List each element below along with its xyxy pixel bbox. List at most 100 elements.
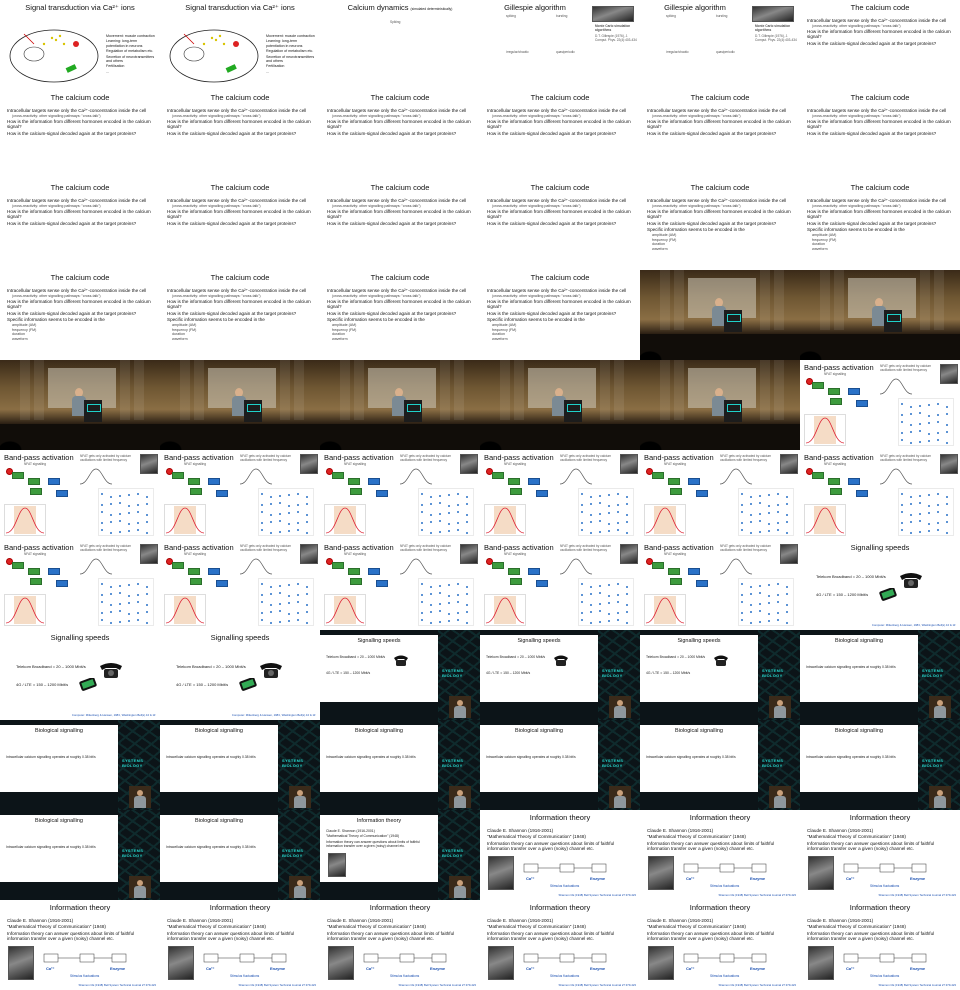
brand-logo: SYSTEMS BIOLOGY bbox=[122, 848, 144, 858]
video-frame: Band-pass activation NFAT gets only activ… bbox=[320, 540, 480, 630]
pathway-box bbox=[368, 478, 380, 485]
wall-panel bbox=[774, 270, 784, 330]
audience-silhouettes bbox=[480, 424, 640, 450]
bullet-shannon: Claude E. Shannon (1916-2001) bbox=[647, 918, 714, 923]
brand-logo: SYSTEMS BIOLOGY bbox=[602, 758, 624, 768]
bullet-decoding: How is the calcium-signal decoded again … bbox=[487, 310, 617, 316]
slide-title: Signalling speeds bbox=[50, 633, 110, 642]
video-frame: Band-pass activation NFAT gets only activ… bbox=[320, 450, 480, 540]
slide-text: Intracellular calcium signalling operate… bbox=[6, 755, 96, 759]
wall-panel bbox=[760, 270, 770, 330]
pathway-label: NFAT signalling bbox=[824, 462, 847, 466]
pathway-box bbox=[30, 578, 42, 585]
pathway-box bbox=[830, 398, 842, 405]
slide-title: Information theory bbox=[529, 903, 591, 912]
slide-text: Intracellular calcium signalling operate… bbox=[486, 755, 576, 759]
bullet-list: Intracellular targets sense only the Ca²… bbox=[647, 198, 796, 251]
pathway-box bbox=[508, 478, 520, 485]
slide-title: The calcium code bbox=[210, 273, 270, 282]
portrait-photo bbox=[300, 454, 318, 474]
pathway-box bbox=[696, 490, 708, 497]
video-frame: The calcium code Intracellular targets se… bbox=[160, 270, 320, 360]
bullet-list: Claude E. Shannon (1916-2001) "Mathematic… bbox=[167, 918, 316, 943]
portrait-photo bbox=[460, 454, 478, 474]
cell-diagram bbox=[169, 29, 259, 83]
response-curve-plot bbox=[719, 468, 753, 485]
pathway-box bbox=[828, 478, 840, 485]
bullet-specific: Specific information seems to be encoded… bbox=[7, 317, 105, 323]
enzyme-label: Enzyme bbox=[910, 966, 926, 971]
nfat-note: NFAT gets only activated by calcium osci… bbox=[880, 364, 932, 372]
bullet-list: Claude E. Shannon (1916-2001) "Mathematic… bbox=[487, 918, 636, 943]
smartphone-icon bbox=[239, 678, 257, 691]
bullet-theory-paper: "Mathematical Theory of Communication" (… bbox=[327, 924, 426, 930]
video-frame: Signal transduction via Ca²⁺ ions Movemen… bbox=[0, 0, 160, 90]
bandpass-curve-plot bbox=[644, 594, 686, 626]
bullet-shannon: Claude E. Shannon (1916-2001) bbox=[167, 918, 234, 923]
bullet-decoding: How is the calcium-signal decoded again … bbox=[487, 220, 617, 226]
speed-line-broadband: Telekom Broadband = 20 – 1000 Mbit/s bbox=[326, 655, 386, 659]
slide-title: Biological signalling bbox=[834, 638, 883, 644]
video-frame: The calcium code Intracellular targets se… bbox=[800, 0, 960, 90]
nfat-note: NFAT gets only activated by calcium osci… bbox=[80, 544, 132, 552]
pathway-box bbox=[28, 478, 40, 485]
shannon-portrait bbox=[488, 946, 514, 980]
bullet-sub-encoding: waveform bbox=[332, 336, 348, 341]
pathway-box bbox=[492, 562, 504, 569]
slide-footer: Shannon CE (1948) Bell System Technical … bbox=[718, 983, 796, 987]
bullet-shannon: Claude E. Shannon (1916-2001) bbox=[487, 828, 554, 833]
bullet-decoding: How is the calcium-signal decoded again … bbox=[487, 130, 617, 136]
pathway-box bbox=[348, 568, 360, 575]
bullet-item: Fertilisation bbox=[266, 64, 285, 69]
speaker-body bbox=[454, 796, 466, 808]
bullet-shannon: Claude E. Shannon (1916-2001) bbox=[327, 918, 394, 923]
bullet-decoding: How is the calcium-signal decoded again … bbox=[807, 220, 937, 226]
speaker-body bbox=[294, 796, 306, 808]
bullet-encoding: How is the information from different ho… bbox=[807, 208, 951, 220]
pathway-label: NFAT signalling bbox=[504, 552, 527, 556]
pathway-box bbox=[510, 578, 522, 585]
trace-spiking bbox=[496, 18, 542, 48]
video-frame: Band-pass activation NFAT gets only activ… bbox=[640, 540, 800, 630]
speaker-camera-inset bbox=[449, 786, 471, 808]
calcium-label: Ca²⁺ bbox=[846, 876, 855, 881]
speed-line-broadband: Telekom Broadband = 20 – 1000 Mbit/s bbox=[486, 655, 546, 659]
pathway-box bbox=[12, 472, 24, 479]
trace-quasiperiodic bbox=[546, 54, 592, 84]
slide-title: Information theory bbox=[849, 903, 911, 912]
portrait-photo bbox=[140, 544, 158, 564]
video-frame: Band-pass activation NFAT gets only activ… bbox=[160, 540, 320, 630]
brand-logo: SYSTEMS BIOLOGY bbox=[442, 758, 464, 768]
wall-panel bbox=[760, 360, 770, 420]
slide-title: The calcium code bbox=[530, 183, 590, 192]
bullet-list: Intracellular targets sense only the Ca²… bbox=[807, 198, 956, 251]
video-frame bbox=[160, 360, 320, 450]
smartphone-icon bbox=[79, 678, 97, 691]
bandpass-curve-plot bbox=[164, 504, 206, 536]
bullet-limits: Information theory can answer questions … bbox=[807, 930, 935, 942]
wall-panel bbox=[280, 360, 290, 420]
shannon-portrait bbox=[8, 946, 34, 980]
video-frame: Signal transduction via Ca²⁺ ions Movemen… bbox=[160, 0, 320, 90]
data-points-plot bbox=[898, 488, 954, 536]
portrait-photo bbox=[620, 454, 638, 474]
slide-title: The calcium code bbox=[50, 273, 110, 282]
speaker-camera-inset bbox=[129, 876, 151, 898]
slide-title: The calcium code bbox=[370, 183, 430, 192]
slide-title: Signalling speeds bbox=[517, 638, 561, 644]
bullet-list: Intracellular targets sense only the Ca²… bbox=[327, 198, 476, 227]
slide-footer: Shannon CE (1948) Bell System Technical … bbox=[78, 983, 156, 987]
speed-line-mobile: 4G / LTE = 150 – 1200 Mbit/s bbox=[646, 671, 691, 675]
stimulus-label: Stimulus fluctuations bbox=[550, 974, 580, 978]
slide-title: The calcium code bbox=[50, 183, 110, 192]
video-frame: Band-pass activation NFAT gets only activ… bbox=[160, 450, 320, 540]
speaker-camera-inset bbox=[609, 786, 631, 808]
bullet-shannon: Claude E. Shannon (1916-2001) bbox=[487, 918, 554, 923]
bullet-list: Intracellular targets sense only the Ca²… bbox=[167, 288, 316, 341]
wall-panel bbox=[614, 360, 624, 420]
pathway-label: NFAT signalling bbox=[24, 462, 47, 466]
bandpass-curve-plot bbox=[804, 414, 846, 446]
bullet-theory-paper: "Mathematical Theory of Communication" (… bbox=[647, 924, 746, 930]
bullet-encoding: How is the information from different ho… bbox=[487, 298, 631, 310]
speed-line-mobile: 4G / LTE = 150 – 1200 Mbit/s bbox=[16, 682, 69, 687]
